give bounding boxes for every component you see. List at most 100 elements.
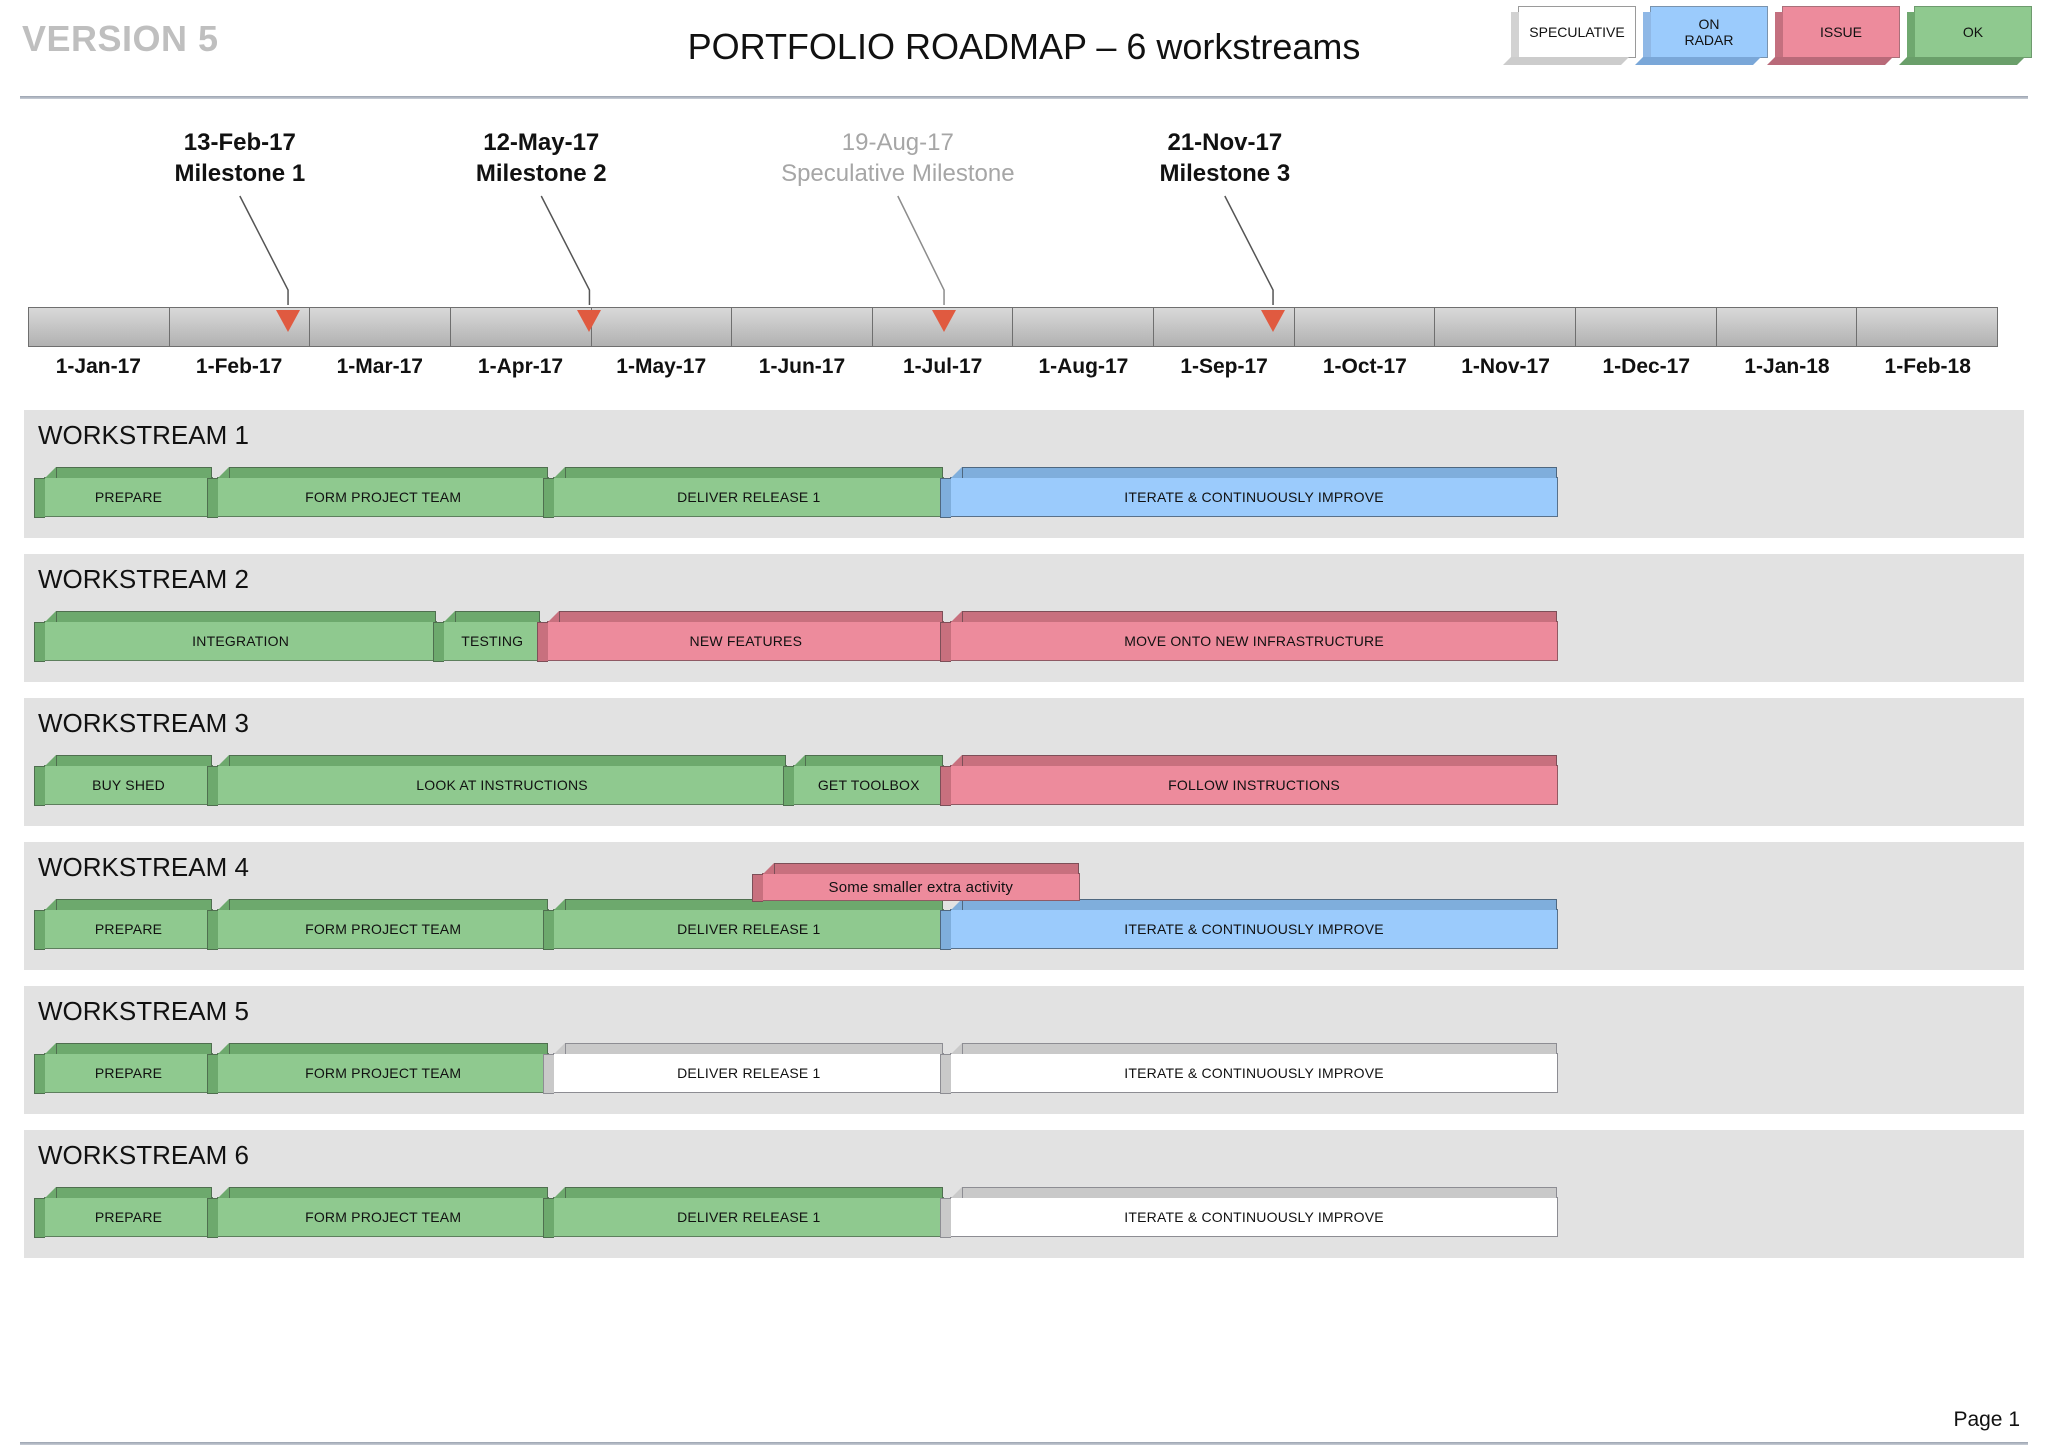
bar-side-face (751, 874, 763, 902)
bar-label: MOVE ONTO NEW INFRASTRUCTURE (1124, 633, 1384, 649)
timeline-cell (1013, 308, 1155, 346)
bar-top-face (554, 1043, 944, 1054)
extra-activity-bar[interactable]: Some smaller extra activity (751, 863, 1081, 902)
bar-label: PREPARE (94, 921, 163, 937)
activity-bar[interactable]: GET TOOLBOX (783, 755, 945, 806)
workstream-title: WORKSTREAM 2 (38, 564, 249, 594)
bar-top-surface (962, 1187, 1557, 1198)
activity-bar[interactable]: PREPARE (34, 1187, 214, 1238)
workstream-row: WORKSTREAM 2 INTEGRATION TESTING NEW FEATUR… (24, 554, 2024, 682)
bar-label: ITERATE & CONTINUOUSLY IMPROVE (1124, 921, 1384, 937)
bar-bevel (554, 1187, 566, 1198)
bar-top-face (951, 755, 1557, 766)
activity-bar[interactable]: FORM PROJECT TEAM (207, 1043, 550, 1094)
bar-label: DELIVER RELEASE 1 (677, 1209, 821, 1225)
activity-bar[interactable]: DELIVER RELEASE 1 (543, 899, 945, 950)
timeline-tick-label: 1-Jan-17 (55, 355, 141, 378)
milestone-arrow (1261, 310, 1286, 332)
bar-top-face (794, 755, 944, 766)
workstream-track: PREPARE FORM PROJECT TEAM DELIVER RELEASE … (34, 467, 2010, 518)
activity-bar[interactable]: DELIVER RELEASE 1 (543, 1043, 945, 1094)
bar-top-surface (56, 467, 213, 478)
bar-side-face (543, 910, 555, 950)
bar-top-face (45, 611, 437, 622)
milestone-arrow (932, 310, 957, 332)
activity-bar[interactable]: FORM PROJECT TEAM (207, 467, 550, 518)
bar-label: FORM PROJECT TEAM (305, 921, 462, 937)
activity-bar[interactable]: FORM PROJECT TEAM (207, 899, 550, 950)
workstream-track: PREPARE FORM PROJECT TEAM DELIVER RELEASE … (34, 1043, 2010, 1094)
bar-top-face (218, 755, 787, 766)
bar-bevel (45, 1043, 56, 1054)
timeline-cell (592, 308, 733, 346)
activity-bar[interactable]: FORM PROJECT TEAM (207, 1187, 550, 1238)
bar-side-face (34, 478, 45, 518)
activity-bar[interactable]: PREPARE (34, 899, 214, 950)
bar-side-face (940, 766, 952, 806)
timeline-cell (1857, 308, 1997, 346)
bar-bevel (45, 611, 56, 622)
timeline-cell (732, 308, 873, 346)
footer-divider (20, 1442, 2028, 1445)
bar-bevel (951, 467, 963, 478)
activity-bar[interactable]: ITERATE & CONTINUOUSLY IMPROVE (940, 467, 1558, 518)
bar-bevel (45, 755, 56, 766)
timeline-cell (1576, 308, 1717, 346)
bar-side-face (207, 910, 218, 950)
bar-label: DELIVER RELEASE 1 (677, 489, 821, 505)
bar-bevel (444, 611, 456, 622)
bar-side-face (940, 622, 952, 662)
timeline-tick-label: 1-Mar-17 (336, 355, 423, 378)
activity-bar[interactable]: ITERATE & CONTINUOUSLY IMPROVE (940, 899, 1558, 950)
activity-bar[interactable]: ITERATE & CONTINUOUSLY IMPROVE (940, 1187, 1558, 1238)
bar-side-face (543, 1198, 555, 1238)
activity-bar[interactable]: MOVE ONTO NEW INFRASTRUCTURE (940, 611, 1558, 662)
timeline-tick-label: 1-Jul-17 (902, 355, 983, 378)
bar-top-surface (229, 755, 787, 766)
milestone-arrow (577, 310, 602, 332)
bar-top-surface (962, 755, 1557, 766)
bar-top-face (762, 863, 1080, 874)
activity-bar[interactable]: PREPARE (34, 467, 214, 518)
workstream-row: WORKSTREAM 3 BUY SHED LOOK AT INSTRUCTIONS… (24, 698, 2024, 826)
bar-top-face (951, 1043, 1557, 1054)
workstream-extra-track: Some smaller extra activity (44, 863, 2010, 902)
milestone-leader-line (897, 195, 945, 305)
bar-label: PREPARE (94, 1065, 163, 1081)
bar-top-surface (962, 467, 1557, 478)
bar-bevel (794, 755, 806, 766)
page-number: Page 1 (1953, 1408, 2020, 1431)
activity-bar[interactable]: FOLLOW INSTRUCTIONS (940, 755, 1558, 806)
bar-bevel (951, 1187, 963, 1198)
activity-bar[interactable]: BUY SHED (34, 755, 214, 806)
workstream-title: WORKSTREAM 1 (38, 420, 249, 450)
workstream-track: BUY SHED LOOK AT INSTRUCTIONS GET TOOLBOX F… (34, 755, 2010, 806)
activity-bar[interactable]: PREPARE (34, 1043, 214, 1094)
bar-top-face (45, 755, 213, 766)
bar-top-surface (229, 1043, 549, 1054)
activity-bar[interactable]: TESTING (433, 611, 542, 662)
bar-label: ITERATE & CONTINUOUSLY IMPROVE (1124, 489, 1384, 505)
activity-bar[interactable]: NEW FEATURES (537, 611, 945, 662)
activity-bar[interactable]: DELIVER RELEASE 1 (543, 467, 945, 518)
bar-side-face (940, 910, 952, 950)
bar-side-face (783, 766, 795, 806)
activity-bar[interactable]: INTEGRATION (34, 611, 438, 662)
bar-top-surface (805, 755, 944, 766)
activity-bar[interactable]: ITERATE & CONTINUOUSLY IMPROVE (940, 1043, 1558, 1094)
bar-top-surface (962, 1043, 1557, 1054)
workstream-row: WORKSTREAM 1 PREPARE FORM PROJECT TEAM DELI… (24, 410, 2024, 538)
workstream-row: WORKSTREAM 6 PREPARE FORM PROJECT TEAM DELI… (24, 1130, 2024, 1258)
bar-top-surface (229, 467, 549, 478)
bar-label: ITERATE & CONTINUOUSLY IMPROVE (1124, 1065, 1384, 1081)
activity-bar[interactable]: DELIVER RELEASE 1 (543, 1187, 945, 1238)
workstream-row: WORKSTREAM 4 PREPARE FORM PROJECT TEAM DELI… (24, 842, 2024, 970)
bar-bevel (951, 755, 963, 766)
activity-bar[interactable]: LOOK AT INSTRUCTIONS (207, 755, 788, 806)
bar-label: NEW FEATURES (689, 633, 803, 649)
milestone-leader-line (1224, 195, 1274, 305)
bar-label: PREPARE (94, 489, 163, 505)
bar-top-surface (773, 863, 1080, 874)
bar-top-surface (56, 611, 437, 622)
timeline-cell (310, 308, 451, 346)
